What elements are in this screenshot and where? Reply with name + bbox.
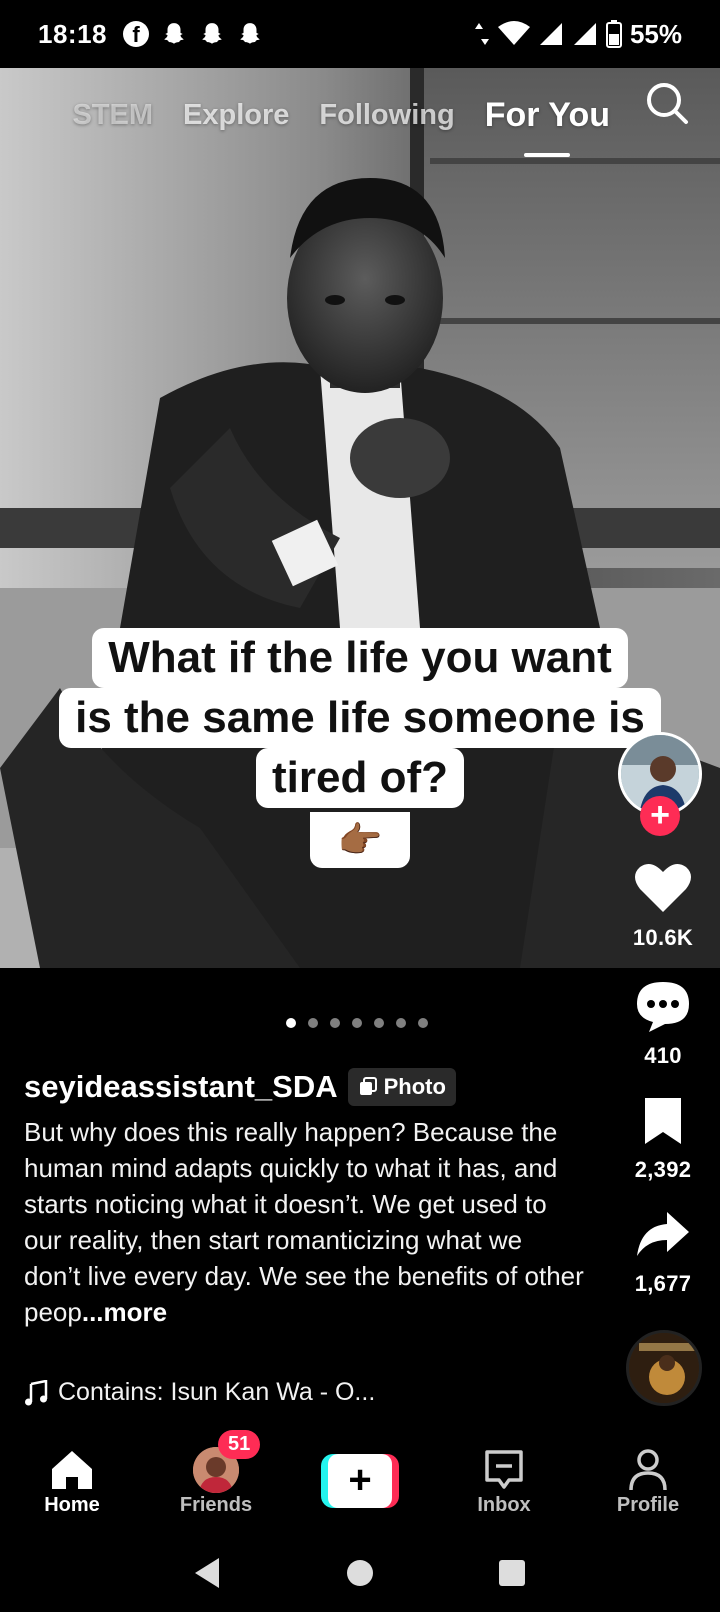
- tab-explore[interactable]: Explore: [183, 99, 289, 132]
- tiktok-screen: 18:18 f 55% STEM Explore Following For Y…: [0, 0, 720, 1612]
- like-count: 10.6K: [632, 925, 694, 950]
- caption-emoji: 👉🏾: [309, 812, 411, 868]
- plus-icon: +: [328, 1454, 392, 1508]
- signal-icon-2: [573, 23, 596, 45]
- carousel-dot: [418, 1018, 428, 1028]
- carousel-dot: [330, 1018, 340, 1028]
- carousel-dot: [374, 1018, 384, 1028]
- system-nav: [0, 1534, 720, 1612]
- status-right: 55%: [474, 19, 682, 50]
- profile-icon-wrap: [628, 1446, 668, 1494]
- inbox-icon-wrap: [484, 1446, 524, 1494]
- profile-icon: [629, 1448, 667, 1490]
- back-icon[interactable]: [193, 1556, 223, 1590]
- carousel-dot: [308, 1018, 318, 1028]
- snapchat-icon: [202, 23, 222, 44]
- music-cover-image: [629, 1333, 699, 1403]
- carousel-dot: [286, 1018, 296, 1028]
- search-icon[interactable]: [644, 80, 690, 126]
- home-icon: [52, 1450, 92, 1489]
- caption-line-1: What if the life you want: [92, 628, 628, 688]
- music-disc[interactable]: [626, 1330, 702, 1406]
- tab-for-you[interactable]: For You: [485, 96, 610, 135]
- caption-line-2: is the same life someone is: [59, 688, 661, 748]
- data-arrows-icon: [474, 23, 489, 45]
- comment-icon: [637, 982, 689, 1032]
- home-icon-wrap: [50, 1446, 94, 1494]
- heart-icon: [635, 863, 691, 912]
- carousel-dot: [352, 1018, 362, 1028]
- photo-stack-icon: [359, 1077, 377, 1095]
- save-action[interactable]: 2,392: [620, 1096, 706, 1183]
- comment-count: 410: [644, 1043, 682, 1068]
- nav-friends-label: Friends: [179, 1493, 253, 1516]
- bottom-nav: Home Friends + Inbox Profile: [0, 1428, 720, 1534]
- carousel-dots: [286, 1018, 428, 1028]
- facebook-icon: f: [123, 21, 149, 47]
- music-row[interactable]: Contains: Isun Kan Wa - O...: [24, 1378, 375, 1407]
- create-button[interactable]: +: [321, 1454, 399, 1508]
- battery-icon: [605, 20, 622, 48]
- snapchat-icon: [164, 23, 184, 44]
- share-icon: [637, 1212, 689, 1256]
- music-title: Contains: Isun Kan Wa - O...: [58, 1378, 376, 1406]
- photo-badge-label: Photo: [383, 1074, 446, 1099]
- author-name[interactable]: seyideassistant_SDA: [24, 1069, 338, 1105]
- follow-button[interactable]: +: [640, 796, 680, 836]
- home-circle-icon[interactable]: [345, 1558, 375, 1588]
- carousel-dot: [396, 1018, 406, 1028]
- notification-icons: f: [123, 21, 263, 47]
- nav-create[interactable]: +: [288, 1428, 432, 1534]
- share-count: 1,677: [634, 1271, 692, 1296]
- inbox-icon: [485, 1449, 523, 1489]
- status-time: 18:18: [38, 18, 107, 49]
- nav-home-label: Home: [44, 1493, 100, 1516]
- snapchat-icon: [240, 23, 260, 44]
- wifi-icon: [497, 21, 530, 45]
- nav-inbox[interactable]: Inbox: [432, 1428, 576, 1534]
- nav-home[interactable]: Home: [0, 1428, 144, 1534]
- feed-tabs: STEM Explore Following For You: [0, 80, 720, 150]
- share-action[interactable]: 1,677: [620, 1210, 706, 1297]
- signal-icon: [539, 23, 562, 45]
- photo-caption: What if the life you want is the same li…: [0, 628, 720, 868]
- nav-profile[interactable]: Profile: [576, 1428, 720, 1534]
- photo-type-badge: Photo: [347, 1068, 456, 1106]
- nav-inbox-label: Inbox: [477, 1493, 531, 1516]
- battery-percent: 55%: [629, 18, 682, 49]
- like-action[interactable]: 10.6K: [620, 862, 706, 951]
- description-text: But why does this really happen? Because…: [24, 1117, 584, 1327]
- tab-following[interactable]: Following: [319, 99, 454, 132]
- comment-action[interactable]: 410: [620, 980, 706, 1069]
- author-row: seyideassistant_SDA Photo: [24, 1068, 456, 1106]
- recents-icon[interactable]: [497, 1558, 527, 1588]
- nav-profile-label: Profile: [616, 1493, 680, 1516]
- bookmark-icon: [645, 1098, 681, 1144]
- tab-stem[interactable]: STEM: [72, 99, 153, 132]
- caption-line-3: tired of?: [256, 748, 464, 808]
- status-bar: 18:18 f 55%: [0, 0, 720, 68]
- nav-friends[interactable]: Friends: [144, 1428, 288, 1534]
- music-note-icon: [25, 1379, 48, 1405]
- more-link[interactable]: ...more: [82, 1297, 167, 1327]
- post-description[interactable]: But why does this really happen? Because…: [24, 1114, 584, 1330]
- friends-badge: 51: [218, 1430, 261, 1459]
- save-count: 2,392: [634, 1157, 692, 1182]
